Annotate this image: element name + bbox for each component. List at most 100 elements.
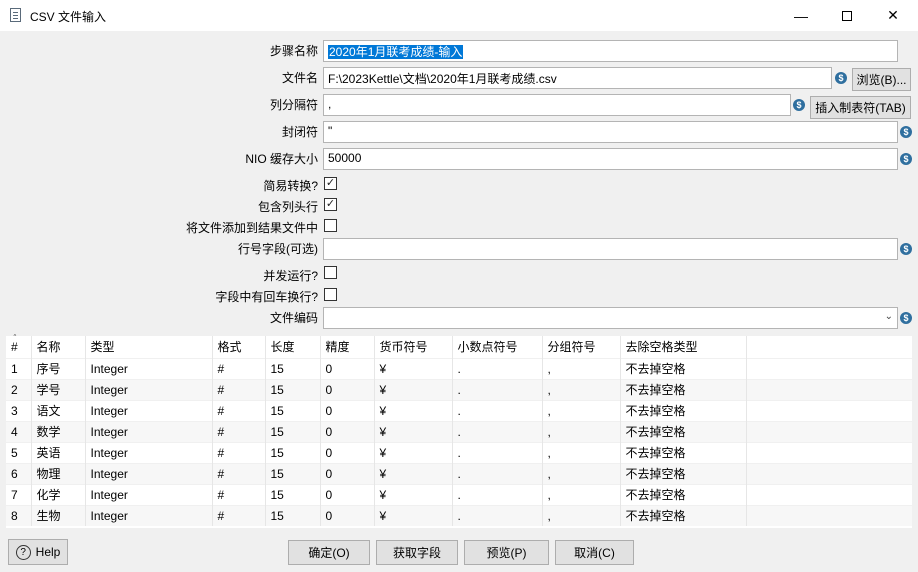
table-row[interactable]: 2 学号 Integer #15 0 ¥., 不去掉空格	[6, 378, 912, 400]
table-cell[interactable]: ¥	[374, 399, 453, 421]
table-cell[interactable]: ¥	[374, 504, 453, 526]
table-cell[interactable]: ,	[542, 441, 621, 463]
table-cell[interactable]: 英语	[31, 441, 86, 463]
cancel-button[interactable]: 取消(C)	[555, 540, 634, 565]
table-cell[interactable]: Integer	[85, 378, 213, 400]
table-cell[interactable]: 不去掉空格	[620, 483, 747, 505]
table-cell[interactable]: Integer	[85, 420, 213, 442]
table-cell[interactable]: ¥	[374, 357, 453, 379]
table-cell[interactable]: 数学	[31, 420, 86, 442]
encoding-select[interactable]: ⌄	[323, 307, 898, 329]
newline-checkbox[interactable]	[324, 288, 337, 301]
table-cell[interactable]: 15	[265, 462, 321, 484]
table-cell[interactable]: ,	[542, 420, 621, 442]
table-cell[interactable]: 0	[320, 483, 375, 505]
table-cell[interactable]: ,	[542, 462, 621, 484]
table-cell[interactable]: 不去掉空格	[620, 357, 747, 379]
table-row[interactable]: 4 数学 Integer #15 0 ¥., 不去掉空格	[6, 420, 912, 442]
table-cell[interactable]: Integer	[85, 441, 213, 463]
table-cell[interactable]: #	[212, 462, 266, 484]
table-cell[interactable]: ¥	[374, 483, 453, 505]
column-header[interactable]: 长度	[265, 336, 321, 358]
add-result-checkbox[interactable]	[324, 219, 337, 232]
preview-button[interactable]: 预览(P)	[464, 540, 549, 565]
table-cell[interactable]: 0	[320, 378, 375, 400]
table-cell[interactable]: ,	[542, 483, 621, 505]
table-cell[interactable]: 0	[320, 399, 375, 421]
table-cell[interactable]: 15	[265, 399, 321, 421]
table-cell[interactable]: .	[452, 483, 543, 505]
table-cell[interactable]: .	[452, 378, 543, 400]
table-cell[interactable]: .	[452, 504, 543, 526]
table-cell[interactable]: 生物	[31, 504, 86, 526]
table-cell[interactable]: #	[212, 483, 266, 505]
table-cell[interactable]: 15	[265, 504, 321, 526]
table-cell[interactable]: 不去掉空格	[620, 504, 747, 526]
table-cell[interactable]: Integer	[85, 399, 213, 421]
table-cell[interactable]: 物理	[31, 462, 86, 484]
table-cell[interactable]: Integer	[85, 357, 213, 379]
minimize-button[interactable]: —	[778, 0, 824, 31]
column-header[interactable]: 去除空格类型	[620, 336, 747, 358]
nio-buffer-input[interactable]: 50000	[323, 148, 898, 170]
table-row[interactable]: 3 语文 Integer #15 0 ¥., 不去掉空格	[6, 399, 912, 421]
table-cell[interactable]: 15	[265, 378, 321, 400]
table-cell[interactable]: 0	[320, 504, 375, 526]
table-cell[interactable]: #	[212, 357, 266, 379]
get-fields-button[interactable]: 获取字段	[376, 540, 458, 565]
help-button[interactable]: ? Help	[8, 539, 68, 565]
column-header[interactable]: #	[6, 336, 32, 358]
fields-table[interactable]: # 名称 类型 格式 长度 精度 货币符号 小数点符号 分组符号 去除空格类型 …	[6, 336, 912, 528]
table-cell[interactable]: ¥	[374, 462, 453, 484]
table-cell[interactable]: .	[452, 357, 543, 379]
table-cell[interactable]: ¥	[374, 378, 453, 400]
table-cell[interactable]: 学号	[31, 378, 86, 400]
table-cell[interactable]: 15	[265, 483, 321, 505]
column-header[interactable]: 货币符号	[374, 336, 453, 358]
table-cell[interactable]: 语文	[31, 399, 86, 421]
table-cell[interactable]: #	[212, 441, 266, 463]
table-cell[interactable]: .	[452, 462, 543, 484]
step-name-input[interactable]: 2020年1月联考成绩-输入	[323, 40, 898, 62]
table-cell[interactable]: ,	[542, 357, 621, 379]
parallel-checkbox[interactable]	[324, 266, 337, 279]
table-cell[interactable]: 0	[320, 462, 375, 484]
close-button[interactable]: ✕	[870, 0, 916, 31]
column-header[interactable]: 精度	[320, 336, 375, 358]
table-cell[interactable]: .	[452, 441, 543, 463]
table-cell[interactable]: Integer	[85, 483, 213, 505]
table-cell[interactable]: #	[212, 378, 266, 400]
header-row-checkbox[interactable]: ✓	[324, 198, 337, 211]
insert-tab-button[interactable]: 插入制表符(TAB)	[810, 96, 911, 119]
table-row[interactable]: 6 物理 Integer #15 0 ¥., 不去掉空格	[6, 462, 912, 484]
table-cell[interactable]: #	[212, 504, 266, 526]
table-cell[interactable]: .	[452, 399, 543, 421]
table-row[interactable]: 7 化学 Integer #15 0 ¥., 不去掉空格	[6, 483, 912, 505]
maximize-button[interactable]	[824, 0, 870, 31]
table-cell[interactable]: ¥	[374, 420, 453, 442]
table-cell[interactable]: 15	[265, 357, 321, 379]
column-header[interactable]: 名称	[31, 336, 86, 358]
table-cell[interactable]: #	[212, 399, 266, 421]
table-cell[interactable]: 不去掉空格	[620, 378, 747, 400]
table-cell[interactable]: ,	[542, 378, 621, 400]
table-cell[interactable]: 序号	[31, 357, 86, 379]
table-cell[interactable]: Integer	[85, 504, 213, 526]
table-cell[interactable]: #	[212, 420, 266, 442]
lazy-conversion-checkbox[interactable]: ✓	[324, 177, 337, 190]
delimiter-input[interactable]: ,	[323, 94, 791, 116]
table-cell[interactable]: 0	[320, 441, 375, 463]
table-cell[interactable]: 0	[320, 357, 375, 379]
table-cell[interactable]: ¥	[374, 441, 453, 463]
table-cell[interactable]: 0	[320, 420, 375, 442]
rownum-field-input[interactable]	[323, 238, 898, 260]
table-cell[interactable]: 15	[265, 441, 321, 463]
table-row[interactable]: 8 生物 Integer #15 0 ¥., 不去掉空格	[6, 504, 912, 526]
table-cell[interactable]: 化学	[31, 483, 86, 505]
table-cell[interactable]: 不去掉空格	[620, 441, 747, 463]
table-cell[interactable]: .	[452, 420, 543, 442]
column-header[interactable]: 小数点符号	[452, 336, 543, 358]
ok-button[interactable]: 确定(O)	[288, 540, 370, 565]
table-cell[interactable]: 不去掉空格	[620, 420, 747, 442]
table-cell[interactable]: ,	[542, 399, 621, 421]
